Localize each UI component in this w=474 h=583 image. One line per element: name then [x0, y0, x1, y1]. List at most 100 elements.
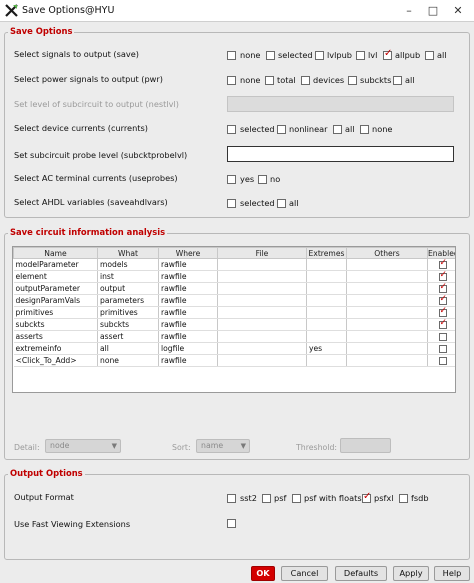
cell-extremes[interactable]	[306, 270, 347, 283]
ahdl-selected-checkbox[interactable]	[227, 199, 236, 208]
table-row[interactable]: outputParameter output rawfile ✓	[13, 282, 455, 295]
enabled-checkbox[interactable]: ✓	[438, 307, 447, 317]
cell-extremes[interactable]	[306, 354, 347, 367]
cell-others[interactable]	[346, 258, 428, 271]
cell-name[interactable]: outputParameter	[13, 282, 98, 295]
table-row[interactable]: extremeinfo all logfile yes	[13, 342, 455, 355]
cell-file[interactable]	[217, 342, 307, 355]
cell-name[interactable]: asserts	[13, 330, 98, 343]
ahdl-all-checkbox[interactable]	[277, 199, 286, 208]
maximize-button[interactable]: □	[424, 3, 442, 19]
column-header-where[interactable]: Where	[158, 247, 218, 259]
column-header-others[interactable]: Others	[346, 247, 428, 259]
cell-extremes[interactable]: yes	[306, 342, 347, 355]
currents-nonlinear-checkbox[interactable]	[277, 125, 286, 134]
detail-select[interactable]: node ▼	[45, 439, 121, 453]
cell-what[interactable]: inst	[97, 270, 159, 283]
column-header-what[interactable]: What	[97, 247, 159, 259]
defaults-button[interactable]: Defaults	[335, 566, 387, 581]
cell-name[interactable]: primitives	[13, 306, 98, 319]
cell-name[interactable]: <Click_To_Add>	[13, 354, 98, 367]
useprobes-yes-checkbox[interactable]	[227, 175, 236, 184]
cell-what[interactable]: primitives	[97, 306, 159, 319]
cell-where[interactable]: rawfile	[158, 270, 218, 283]
column-header-file[interactable]: File	[217, 247, 307, 259]
enabled-checkbox[interactable]	[438, 333, 447, 341]
save-none-checkbox[interactable]	[227, 51, 236, 60]
apply-button[interactable]: Apply	[393, 566, 429, 581]
close-button[interactable]: ✕	[449, 3, 467, 19]
currents-all-checkbox[interactable]	[333, 125, 342, 134]
cell-others[interactable]	[346, 294, 428, 307]
pwr-all-checkbox[interactable]	[393, 76, 402, 85]
cell-what[interactable]: output	[97, 282, 159, 295]
cell-extremes[interactable]	[306, 282, 347, 295]
cell-others[interactable]	[346, 282, 428, 295]
cell-where[interactable]: rawfile	[158, 282, 218, 295]
cell-where[interactable]: rawfile	[158, 318, 218, 331]
fast-viewing-checkbox[interactable]	[227, 519, 236, 528]
table-row[interactable]: asserts assert rawfile	[13, 330, 455, 343]
save-lvl-checkbox[interactable]	[356, 51, 365, 60]
cell-file[interactable]	[217, 270, 307, 283]
cell-name[interactable]: modelParameter	[13, 258, 98, 271]
table-row[interactable]: subckts subckts rawfile ✓	[13, 318, 455, 331]
cell-extremes[interactable]	[306, 330, 347, 343]
cell-where[interactable]: rawfile	[158, 306, 218, 319]
table-row[interactable]: modelParameter models rawfile ✓	[13, 258, 455, 271]
column-header-extremes[interactable]: Extremes	[306, 247, 347, 259]
cell-file[interactable]	[217, 294, 307, 307]
nestlvl-input[interactable]	[227, 96, 454, 112]
ok-button[interactable]: OK	[251, 566, 275, 581]
currents-selected-checkbox[interactable]	[227, 125, 236, 134]
pwr-devices-checkbox[interactable]	[301, 76, 310, 85]
save-all-checkbox[interactable]	[425, 51, 434, 60]
cell-file[interactable]	[217, 318, 307, 331]
cell-extremes[interactable]	[306, 294, 347, 307]
cell-file[interactable]	[217, 354, 307, 367]
table-row[interactable]: <Click_To_Add> none rawfile	[13, 354, 455, 367]
column-header-enabled[interactable]: Enabled	[427, 247, 455, 259]
format-fsdb-checkbox[interactable]	[399, 494, 408, 503]
cell-file[interactable]	[217, 330, 307, 343]
cell-others[interactable]	[346, 270, 428, 283]
minimize-button[interactable]: –	[400, 3, 418, 19]
subckt-probe-level-input[interactable]	[227, 146, 454, 162]
save-selected-checkbox[interactable]	[266, 51, 275, 60]
save-lvlpub-checkbox[interactable]	[315, 51, 324, 60]
cell-extremes[interactable]	[306, 318, 347, 331]
cell-file[interactable]	[217, 282, 307, 295]
cell-file[interactable]	[217, 306, 307, 319]
format-psf-checkbox[interactable]	[262, 494, 271, 503]
cell-where[interactable]: rawfile	[158, 294, 218, 307]
help-button[interactable]: Help	[434, 566, 470, 581]
cell-others[interactable]	[346, 318, 428, 331]
pwr-none-checkbox[interactable]	[227, 76, 236, 85]
enabled-checkbox[interactable]	[438, 345, 447, 353]
threshold-input[interactable]	[340, 438, 391, 453]
cell-name[interactable]: subckts	[13, 318, 98, 331]
enabled-checkbox[interactable]: ✓	[438, 295, 447, 305]
enabled-checkbox[interactable]: ✓	[438, 259, 447, 269]
cell-others[interactable]	[346, 342, 428, 355]
cell-what[interactable]: subckts	[97, 318, 159, 331]
cell-what[interactable]: assert	[97, 330, 159, 343]
sort-select[interactable]: name ▼	[196, 439, 250, 453]
format-psfxl-checkbox[interactable]: ✓	[362, 492, 371, 503]
pwr-subckts-checkbox[interactable]	[348, 76, 357, 85]
pwr-total-checkbox[interactable]	[265, 76, 274, 85]
enabled-checkbox[interactable]: ✓	[438, 319, 447, 329]
enabled-checkbox[interactable]: ✓	[438, 271, 447, 281]
enabled-checkbox[interactable]: ✓	[438, 283, 447, 293]
cell-where[interactable]: rawfile	[158, 258, 218, 271]
cancel-button[interactable]: Cancel	[281, 566, 328, 581]
cell-where[interactable]: logfile	[158, 342, 218, 355]
cell-name[interactable]: extremeinfo	[13, 342, 98, 355]
cell-name[interactable]: element	[13, 270, 98, 283]
cell-what[interactable]: all	[97, 342, 159, 355]
cell-extremes[interactable]	[306, 258, 347, 271]
cell-what[interactable]: models	[97, 258, 159, 271]
cell-name[interactable]: designParamVals	[13, 294, 98, 307]
cell-where[interactable]: rawfile	[158, 354, 218, 367]
cell-what[interactable]: parameters	[97, 294, 159, 307]
